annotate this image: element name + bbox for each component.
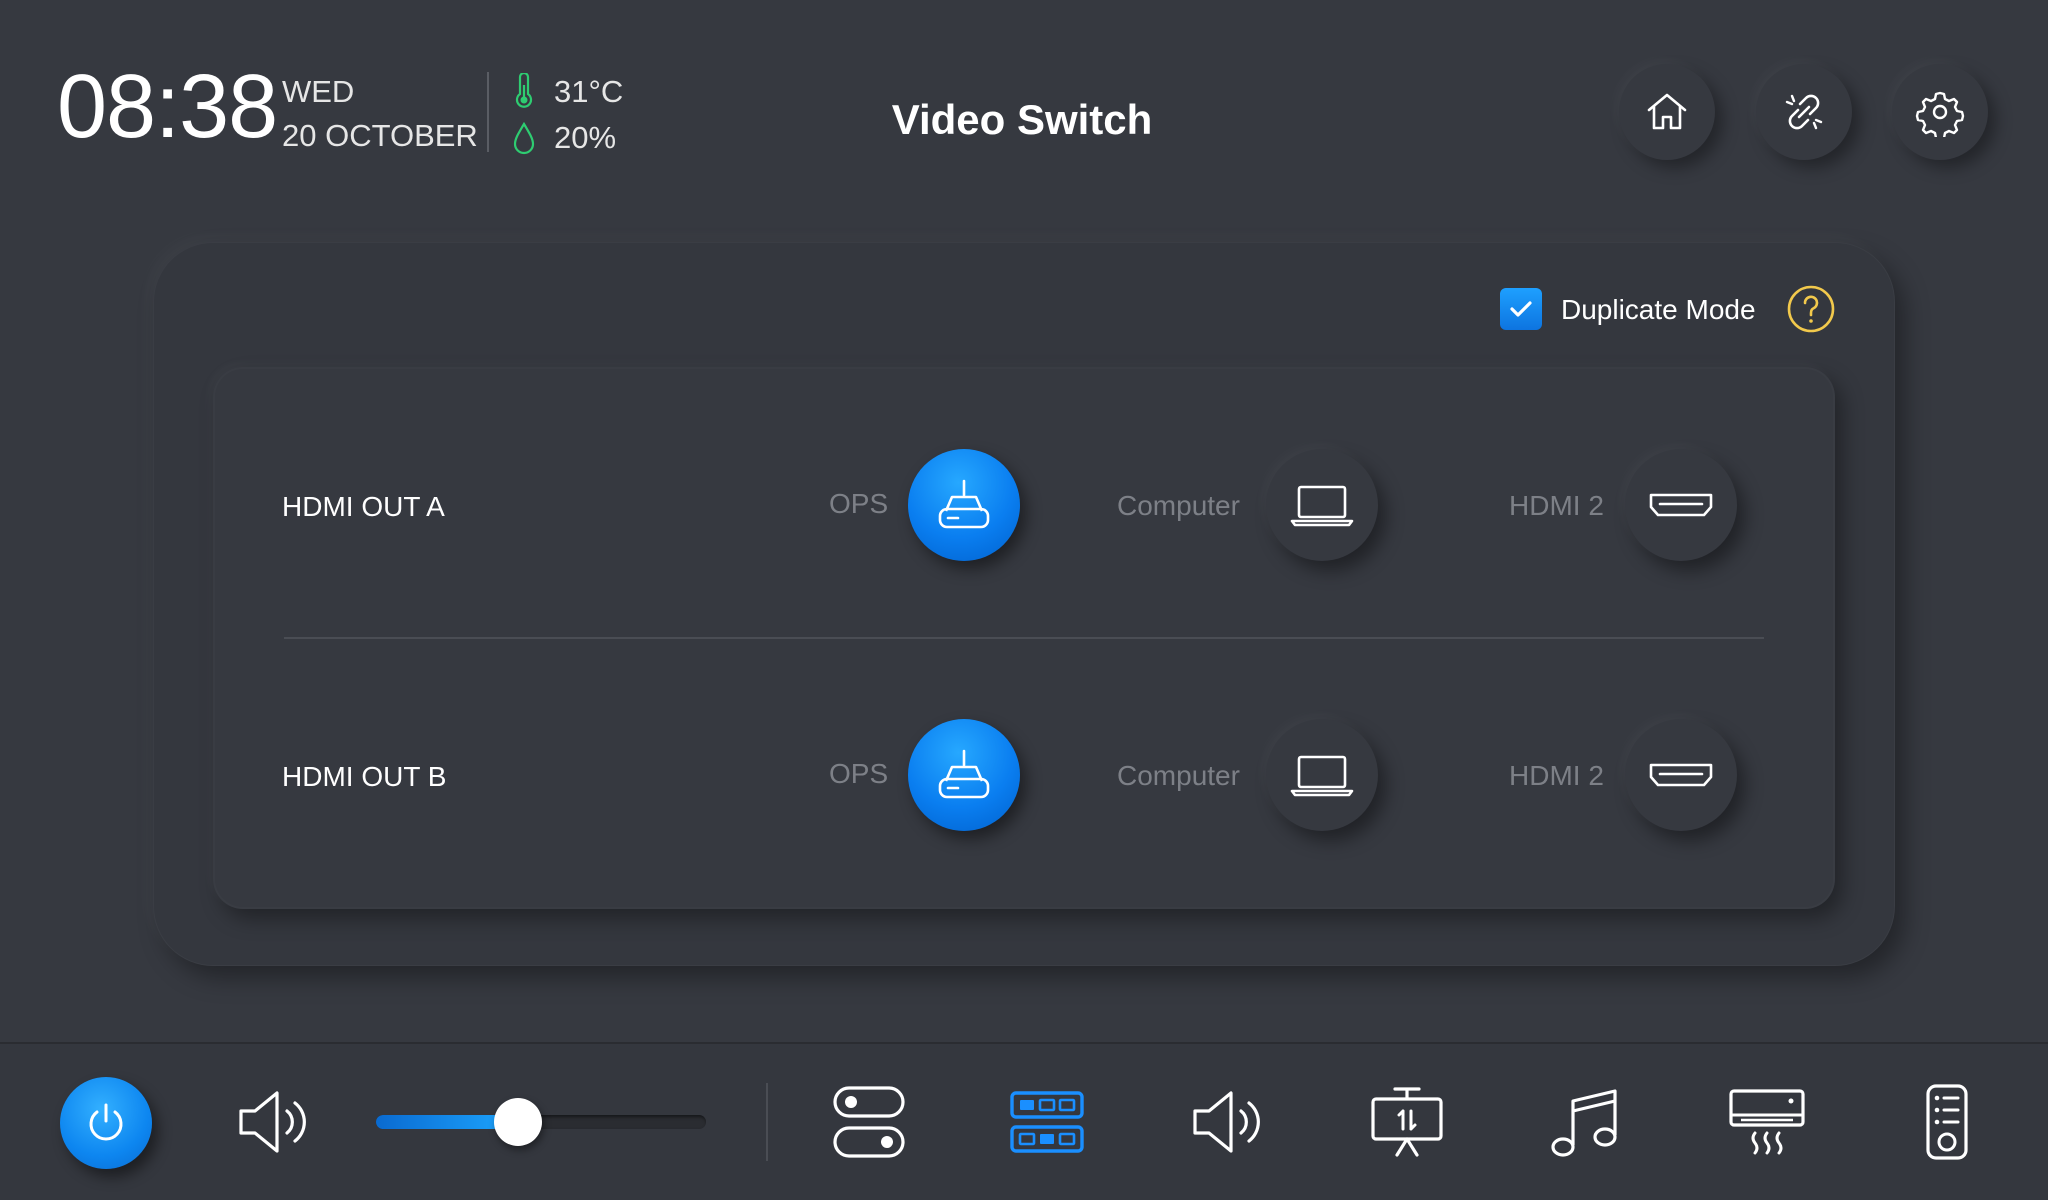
hdmi-port-icon — [1649, 763, 1713, 787]
home-button[interactable] — [1619, 64, 1715, 160]
row-label-hdmi-out-b: HDMI OUT B — [282, 761, 447, 792]
source-hdmi-2-button[interactable] — [1625, 449, 1737, 561]
home-icon — [1647, 93, 1687, 130]
music-icon — [1551, 1089, 1617, 1157]
duplicate-mode-checkbox[interactable] — [1500, 288, 1542, 330]
video-matrix-icon — [1010, 1091, 1084, 1153]
power-button[interactable] — [60, 1077, 152, 1169]
speaker-icon — [239, 1091, 306, 1153]
row-divider — [284, 637, 1764, 639]
duplicate-mode-label: Duplicate Mode — [1561, 294, 1756, 325]
power-icon — [89, 1103, 123, 1141]
laptop-icon — [1290, 755, 1354, 797]
switches-icon — [833, 1086, 905, 1158]
source-label-ops: OPS — [829, 758, 889, 789]
hdmi-port-icon — [1649, 493, 1713, 517]
settings-button[interactable] — [1892, 64, 1988, 160]
question-icon[interactable] — [1786, 284, 1836, 334]
source-label-ops: OPS — [829, 488, 889, 519]
volume-slider-knob[interactable] — [494, 1098, 542, 1146]
source-label-computer: Computer — [1117, 760, 1240, 791]
gear-icon — [1915, 91, 1965, 137]
source-computer-button[interactable] — [1266, 719, 1378, 831]
source-computer-button[interactable] — [1266, 449, 1378, 561]
ops-box-icon — [938, 749, 990, 799]
source-label-hdmi-2: HDMI 2 — [1509, 490, 1604, 521]
source-hdmi-2-button[interactable] — [1625, 719, 1737, 831]
mute-button[interactable] — [232, 1085, 318, 1159]
nav-switches-button[interactable] — [826, 1083, 912, 1161]
presentation-icon — [1371, 1087, 1443, 1157]
bottom-bar-divider — [766, 1083, 768, 1161]
nav-audio-button[interactable] — [1186, 1085, 1272, 1159]
nav-video-switch-button[interactable] — [1004, 1084, 1090, 1160]
laptop-icon — [1290, 485, 1354, 527]
audio-icon — [1193, 1091, 1260, 1153]
nav-music-button[interactable] — [1544, 1082, 1630, 1162]
checkmark-icon — [1510, 301, 1532, 317]
ops-box-icon — [938, 479, 990, 529]
row-label-hdmi-out-a: HDMI OUT A — [282, 491, 445, 522]
source-ops-button[interactable] — [908, 449, 1020, 561]
nav-air-conditioner-button[interactable] — [1724, 1086, 1810, 1158]
source-label-computer: Computer — [1117, 490, 1240, 521]
source-ops-button[interactable] — [908, 719, 1020, 831]
page-title: Video Switch — [891, 96, 1153, 143]
air-conditioner-icon — [1729, 1089, 1805, 1155]
nav-remote-button[interactable] — [1904, 1081, 1990, 1163]
nav-presentation-button[interactable] — [1364, 1082, 1450, 1162]
link-button[interactable] — [1756, 64, 1852, 160]
source-label-hdmi-2: HDMI 2 — [1509, 760, 1604, 791]
link-broken-icon — [1785, 94, 1823, 130]
remote-icon — [1926, 1084, 1968, 1160]
